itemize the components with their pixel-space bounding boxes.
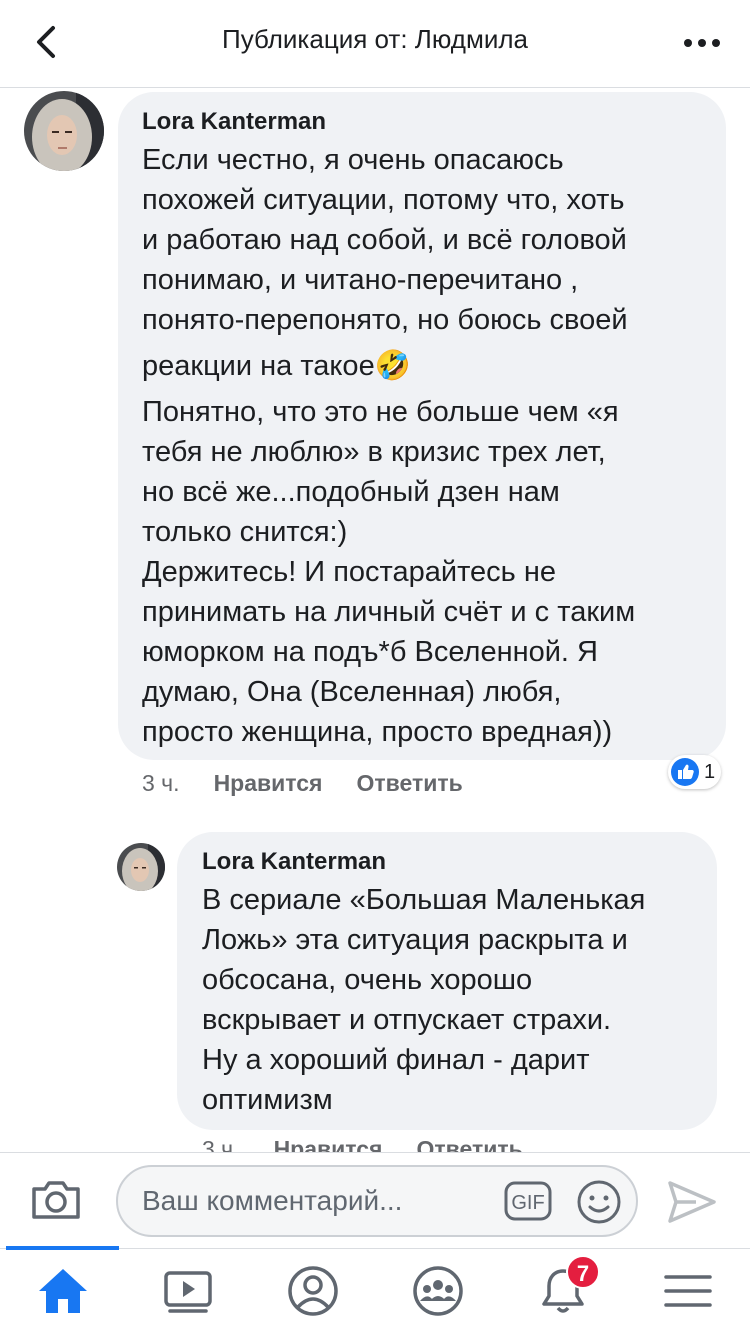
tab-profile[interactable]: [285, 1263, 341, 1319]
comment-actions: 3 ч. Нравится Ответить: [142, 770, 463, 797]
avatar[interactable]: [117, 843, 165, 891]
comment-line: оптимизм: [202, 1084, 333, 1116]
more-icon: [684, 39, 720, 47]
comment-composer: Ваш комментарий... GIF: [0, 1152, 750, 1248]
comment-line: только снится:): [142, 516, 348, 548]
home-icon: [39, 1269, 87, 1313]
reply-button[interactable]: Ответить: [356, 770, 462, 797]
emoji-button[interactable]: [576, 1179, 622, 1225]
reaction-count-badge[interactable]: 1: [668, 755, 722, 789]
comment-line: вскрывает и отпускает страхи.: [202, 1004, 612, 1036]
comment-line: тебя не люблю» в кризис трех лет,: [142, 436, 606, 468]
comment-line: Если честно, я очень опасаюсь: [142, 144, 564, 176]
watch-icon: [164, 1271, 212, 1313]
notifications-badge: 7: [566, 1255, 600, 1289]
comment-line: В сериале «Большая Маленькая: [202, 884, 646, 916]
comment-text: Если честно, я очень опасаюсь похожей си…: [142, 140, 635, 752]
send-icon: [668, 1181, 716, 1223]
comments-list: Lora Kanterman Если честно, я очень опас…: [0, 88, 750, 1152]
groups-icon: [413, 1266, 463, 1316]
like-button[interactable]: Нравится: [214, 770, 323, 797]
comment-line: Держитесь! И постарайтесь не: [142, 556, 556, 588]
comment-input-placeholder: Ваш комментарий...: [142, 1185, 403, 1216]
tab-menu[interactable]: [660, 1263, 716, 1319]
comment-line: обсосана, очень хорошо: [202, 964, 533, 996]
comment-actions: 3 ч. Нравится Ответить: [202, 1136, 523, 1152]
comment-input[interactable]: Ваш комментарий... GIF: [116, 1165, 638, 1237]
page-title: Публикация от: Людмила: [222, 24, 528, 54]
top-navigation-bar: Публикация от: Людмила: [0, 0, 750, 88]
comment-line: Ложь» эта ситуация раскрыта и: [202, 924, 628, 956]
comment-author[interactable]: Lora Kanterman: [202, 848, 386, 876]
camera-icon: [32, 1181, 80, 1219]
tab-groups[interactable]: [410, 1263, 466, 1319]
gif-button[interactable]: GIF: [504, 1181, 552, 1221]
comment-line: понимаю, и читано-перечитано ,: [142, 264, 579, 296]
comment-line: Ну а хороший финал - дарит: [202, 1044, 590, 1076]
profile-icon: [288, 1266, 338, 1316]
comment-line: Понятно, что это не больше чем «я: [142, 396, 619, 428]
tab-watch[interactable]: [160, 1263, 216, 1319]
gif-icon: GIF: [504, 1181, 552, 1221]
comment-text: В сериале «Большая Маленькая Ложь» эта с…: [202, 880, 645, 1120]
comment-line: понято-перепонято, но боюсь своей: [142, 304, 628, 336]
like-icon: [671, 758, 699, 786]
comment-line: и работаю над собой, и всё головой: [142, 224, 627, 256]
active-tab-indicator: [6, 1246, 119, 1250]
comment-timestamp: 3 ч.: [202, 1136, 240, 1152]
reaction-count: 1: [704, 760, 716, 783]
comment-line: просто женщина, просто вредная)): [142, 716, 613, 748]
like-button[interactable]: Нравится: [274, 1136, 383, 1152]
comment-line: думаю, Она (Вселенная) любя,: [142, 676, 562, 708]
send-button[interactable]: [666, 1179, 718, 1225]
comment-timestamp: 3 ч.: [142, 770, 180, 796]
camera-button[interactable]: [30, 1175, 82, 1223]
menu-icon: [664, 1275, 712, 1307]
gif-label: GIF: [511, 1192, 544, 1214]
reply-button[interactable]: Ответить: [416, 1136, 522, 1152]
tab-home[interactable]: [35, 1263, 91, 1319]
comment-line: принимать на личный счёт и с таким: [142, 596, 636, 628]
comment-line: юморком на подъ*б Вселенной. Я: [142, 636, 598, 668]
comment-line: реакции на такое🤣: [142, 350, 411, 382]
more-options-button[interactable]: [682, 28, 722, 58]
bottom-tab-bar: 7: [0, 1246, 750, 1334]
avatar[interactable]: [24, 91, 104, 171]
comment-line: но всё же...подобный дзен нам: [142, 476, 560, 508]
comment-author[interactable]: Lora Kanterman: [142, 108, 326, 136]
comment-line: похожей ситуации, потому что, хоть: [142, 184, 625, 216]
emoji-icon: [577, 1180, 621, 1224]
